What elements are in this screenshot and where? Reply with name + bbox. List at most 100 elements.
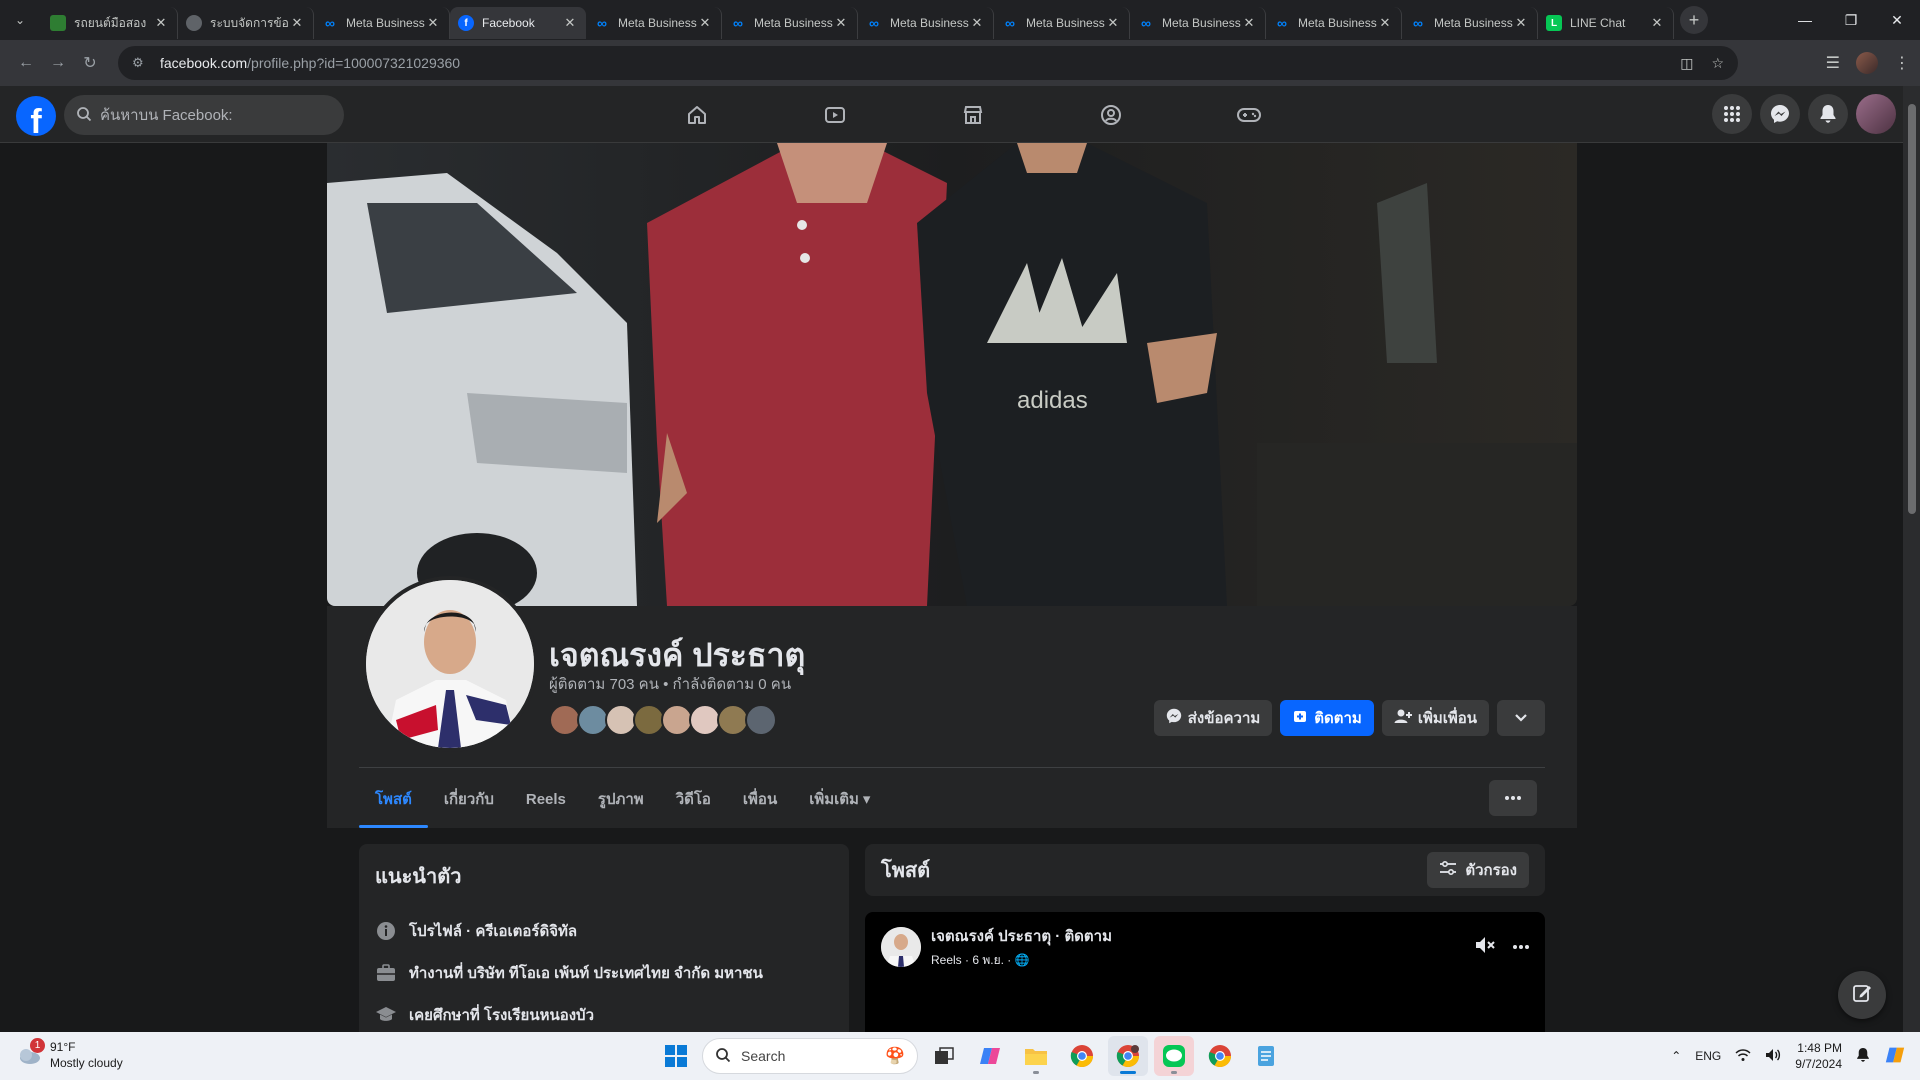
send-message-button[interactable]: ส่งข้อความ <box>1153 700 1273 736</box>
restore-icon[interactable]: ❐ <box>1828 0 1874 40</box>
nav-home-icon[interactable] <box>628 86 766 143</box>
browser-tab[interactable]: ∞ Meta Business ✕ <box>722 7 858 39</box>
add-friend-button[interactable]: เพิ่มเพื่อน <box>1381 700 1489 736</box>
browser-tab[interactable]: ∞ Meta Business ✕ <box>858 7 994 39</box>
close-tab-icon[interactable]: ✕ <box>1377 15 1393 31</box>
volume-icon[interactable] <box>1765 1048 1781 1065</box>
copilot-tray-icon[interactable] <box>1884 1044 1906 1069</box>
task-view-icon[interactable] <box>924 1036 964 1076</box>
chevron-down-icon <box>1514 710 1528 727</box>
cover-photo[interactable]: adidas <box>327 143 1577 606</box>
nav-groups-icon[interactable] <box>1042 86 1180 143</box>
browser-menu-icon[interactable]: ⋮ <box>1894 53 1910 73</box>
tray-overflow-chevron-up-icon[interactable]: ⌃ <box>1671 1049 1681 1063</box>
browser-tab[interactable]: ∞ Meta Business ✕ <box>1130 7 1266 39</box>
intro-item-detail[interactable]: ทำงานที่ บริษัท ทีโอเอ เพ้นท์ ประเทศไทย … <box>409 965 763 982</box>
profile-follow-stats[interactable]: ผู้ติดตาม 703 คน • กำลังติดตาม 0 คน <box>549 672 791 696</box>
taskbar-clock[interactable]: 1:48 PM 9/7/2024 <box>1795 1040 1842 1072</box>
address-bar[interactable]: ⚙ facebook.com/profile.php?id=1000073210… <box>118 46 1738 80</box>
notepad-icon[interactable] <box>1246 1036 1286 1076</box>
browser-tab[interactable]: f Facebook ✕ <box>450 7 586 39</box>
notifications-bell-icon[interactable] <box>1808 94 1848 134</box>
close-tab-icon[interactable]: ✕ <box>562 15 578 31</box>
chrome-profile-icon[interactable] <box>1108 1036 1148 1076</box>
close-tab-icon[interactable]: ✕ <box>969 15 985 31</box>
browser-tab[interactable]: ∞ Meta Business ✕ <box>314 7 450 39</box>
site-info-icon[interactable]: ⚙ <box>132 55 148 71</box>
scrollbar-thumb[interactable] <box>1908 104 1916 514</box>
chrome-icon[interactable] <box>1062 1036 1102 1076</box>
profile-tab[interactable]: เพิ่มเติม ▾ <box>793 770 886 828</box>
messenger-icon[interactable] <box>1760 94 1800 134</box>
new-message-compose-button[interactable] <box>1838 971 1886 1019</box>
close-tab-icon[interactable]: ✕ <box>425 15 441 31</box>
filter-button[interactable]: ตัวกรอง <box>1427 852 1529 888</box>
close-tab-icon[interactable]: ✕ <box>1105 15 1121 31</box>
intro-item-detail[interactable]: เคยศึกษาที่ โรงเรียนหนองบัว <box>409 1007 594 1024</box>
browser-tab[interactable]: L LINE Chat ✕ <box>1538 7 1674 39</box>
profile-tab[interactable]: โพสต์ <box>359 770 428 828</box>
profile-picture[interactable] <box>362 576 538 752</box>
mute-icon[interactable] <box>1475 936 1495 959</box>
post-author-name[interactable]: เจตณรงค์ ประธาตุ · ติดตาม <box>931 924 1112 948</box>
notification-bell-icon[interactable] <box>1856 1047 1870 1066</box>
page-scrollbar[interactable] <box>1903 86 1920 1032</box>
profile-tab[interactable]: Reels <box>510 770 582 828</box>
browser-tab[interactable]: ∞ Meta Business ✕ <box>1266 7 1402 39</box>
input-language[interactable]: ENG <box>1695 1049 1721 1063</box>
browser-tab[interactable]: รถยนต์มือสอง ✕ <box>42 7 178 39</box>
close-tab-icon[interactable]: ✕ <box>153 15 169 31</box>
profile-tab[interactable]: รูปภาพ <box>582 770 660 828</box>
line-app-icon[interactable] <box>1154 1036 1194 1076</box>
close-tab-icon[interactable]: ✕ <box>833 15 849 31</box>
bookmark-star-icon[interactable]: ☆ <box>1711 55 1724 72</box>
profile-tab[interactable]: เกี่ยวกับ <box>428 770 510 828</box>
profile-tabs-more-button[interactable] <box>1489 780 1537 816</box>
post-options-ellipsis-icon[interactable] <box>1513 936 1529 959</box>
close-tab-icon[interactable]: ✕ <box>1513 15 1529 31</box>
account-avatar[interactable] <box>1856 94 1896 134</box>
browser-tab[interactable]: ระบบจัดการข้อ ✕ <box>178 7 314 39</box>
taskbar-apps: Search 🍄 <box>656 1036 1286 1076</box>
close-tab-icon[interactable]: ✕ <box>1241 15 1257 31</box>
close-tab-icon[interactable]: ✕ <box>697 15 713 31</box>
new-tab-button[interactable]: + <box>1680 6 1708 34</box>
windows-start-icon[interactable] <box>656 1036 696 1076</box>
reload-button[interactable]: ↻ <box>74 47 106 79</box>
wifi-icon[interactable] <box>1735 1048 1751 1065</box>
profile-tab[interactable]: วิดีโอ <box>660 770 727 828</box>
profile-tab[interactable]: เพื่อน <box>727 770 793 828</box>
profile-more-dropdown-button[interactable] <box>1497 700 1545 736</box>
follow-button[interactable]: ติดตาม <box>1280 700 1374 736</box>
tab-search-chevron-icon[interactable]: ⌄ <box>8 8 32 32</box>
intro-item-detail[interactable]: · ครีเอเตอร์ดิจิทัล <box>462 923 577 940</box>
forward-button[interactable]: → <box>42 47 74 79</box>
meta-icon: ∞ <box>1277 15 1287 31</box>
facebook-logo-icon[interactable]: f <box>16 96 56 136</box>
browser-tab[interactable]: ∞ Meta Business ✕ <box>994 7 1130 39</box>
minimize-icon[interactable]: — <box>1782 0 1828 40</box>
post-author-avatar[interactable] <box>881 927 921 967</box>
follower-avatars[interactable] <box>549 704 777 736</box>
follow-label: ติดตาม <box>1314 710 1362 727</box>
menu-grid-icon[interactable] <box>1712 94 1752 134</box>
nav-gaming-icon[interactable] <box>1180 86 1318 143</box>
close-tab-icon[interactable]: ✕ <box>289 15 305 31</box>
taskbar-search-box[interactable]: Search 🍄 <box>702 1038 918 1074</box>
back-button[interactable]: ← <box>10 47 42 79</box>
chrome-alt-icon[interactable] <box>1200 1036 1240 1076</box>
browser-tab[interactable]: ∞ Meta Business ✕ <box>1402 7 1538 39</box>
nav-video-icon[interactable] <box>766 86 904 143</box>
cast-icon[interactable]: ◫ <box>1680 55 1693 72</box>
follower-avatar[interactable] <box>745 704 777 736</box>
close-tab-icon[interactable]: ✕ <box>1649 15 1665 31</box>
facebook-search-input[interactable]: ค้นหาบน Facebook: <box>64 95 344 135</box>
browser-profile-avatar[interactable] <box>1856 52 1878 74</box>
file-explorer-icon[interactable] <box>1016 1036 1056 1076</box>
nav-marketplace-icon[interactable] <box>904 86 1042 143</box>
close-window-icon[interactable]: ✕ <box>1874 0 1920 40</box>
reading-list-icon[interactable]: ☰ <box>1826 53 1840 73</box>
weather-widget[interactable]: 1 91°F Mostly cloudy <box>16 1038 123 1071</box>
browser-tab[interactable]: ∞ Meta Business ✕ <box>586 7 722 39</box>
copilot-icon[interactable] <box>970 1036 1010 1076</box>
